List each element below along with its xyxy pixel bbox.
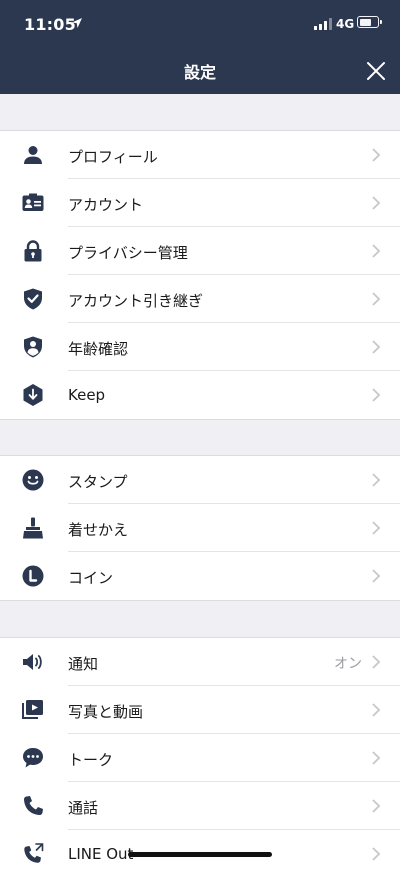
- settings-item-age-verification[interactable]: 年齢確認: [0, 323, 400, 371]
- coin-icon: [22, 565, 44, 587]
- chevron-right-icon: [372, 388, 381, 402]
- chat-bubble-icon: [23, 748, 43, 768]
- battery-icon: [357, 16, 382, 28]
- chevron-right-icon: [372, 703, 381, 717]
- shield-check-icon: [24, 288, 42, 310]
- settings-item-label: スタンプ: [68, 473, 128, 491]
- smiley-icon: [22, 469, 44, 491]
- page-title: 設定: [183, 63, 216, 82]
- home-indicator[interactable]: [128, 852, 272, 857]
- settings-item-chats[interactable]: トーク: [0, 734, 400, 782]
- chevron-right-icon: [372, 655, 381, 669]
- settings-item-label: LINE Out: [68, 845, 134, 863]
- settings-item-privacy[interactable]: プライバシー管理: [0, 227, 400, 275]
- chevron-right-icon: [372, 196, 381, 210]
- status-time: 11:05: [24, 15, 76, 34]
- location-arrow-icon: [72, 18, 82, 28]
- chevron-right-icon: [372, 751, 381, 765]
- media-play-icon: [22, 700, 43, 719]
- settings-item-label: 着せかえ: [68, 521, 129, 539]
- settings-section-account: プロフィール アカウント プライバシー管理 アカウント引き継ぎ 年齢確認 Kee…: [0, 130, 400, 420]
- settings-item-label: アカウント引き継ぎ: [68, 292, 204, 310]
- settings-item-label: アカウント: [68, 196, 144, 214]
- chevron-right-icon: [372, 847, 381, 861]
- id-card-icon: [22, 193, 44, 211]
- settings-item-label: 通話: [68, 799, 99, 817]
- settings-item-label: トーク: [68, 751, 114, 769]
- settings-item-account-transfer[interactable]: アカウント引き継ぎ: [0, 275, 400, 323]
- phone-icon: [24, 796, 43, 815]
- chevron-right-icon: [372, 569, 381, 583]
- status-bar: 11:05 4G: [0, 0, 400, 48]
- settings-section-general: 通知 オン 写真と動画 トーク 通話 LINE Out: [0, 637, 400, 878]
- settings-item-label: プライバシー管理: [68, 244, 188, 262]
- header-bar: 設定: [0, 48, 400, 94]
- chevron-right-icon: [372, 799, 381, 813]
- chevron-right-icon: [372, 521, 381, 535]
- shield-person-icon: [24, 336, 42, 358]
- phone-outgoing-icon: [24, 843, 44, 863]
- close-button[interactable]: [362, 58, 390, 84]
- notification-status-value: オン: [334, 656, 362, 672]
- settings-item-coins[interactable]: コイン: [0, 552, 400, 600]
- chevron-right-icon: [372, 340, 381, 354]
- chevron-right-icon: [372, 148, 381, 162]
- settings-item-profile[interactable]: プロフィール: [0, 131, 400, 179]
- settings-item-photos-videos[interactable]: 写真と動画: [0, 686, 400, 734]
- settings-item-label: 写真と動画: [68, 703, 144, 721]
- chevron-right-icon: [372, 292, 381, 306]
- speaker-icon: [23, 654, 42, 670]
- signal-icon: [314, 18, 332, 30]
- settings-item-calls[interactable]: 通話: [0, 782, 400, 830]
- keep-hexagon-icon: [23, 384, 43, 406]
- settings-item-account[interactable]: アカウント: [0, 179, 400, 227]
- chevron-right-icon: [372, 473, 381, 487]
- paint-brush-icon: [23, 517, 43, 539]
- settings-item-label: 通知: [68, 655, 99, 673]
- network-label: 4G: [336, 17, 355, 31]
- settings-section-stickers: スタンプ 着せかえ コイン: [0, 455, 400, 601]
- settings-item-keep[interactable]: Keep: [0, 371, 400, 419]
- settings-item-themes[interactable]: 着せかえ: [0, 504, 400, 552]
- lock-icon: [24, 240, 42, 262]
- settings-item-label: Keep: [68, 386, 106, 404]
- settings-item-label: 年齢確認: [68, 340, 129, 358]
- person-icon: [24, 146, 42, 164]
- settings-item-label: プロフィール: [68, 148, 158, 166]
- settings-item-notifications[interactable]: 通知 オン: [0, 638, 400, 686]
- chevron-right-icon: [372, 244, 381, 258]
- settings-item-stickers[interactable]: スタンプ: [0, 456, 400, 504]
- settings-item-label: コイン: [68, 569, 114, 587]
